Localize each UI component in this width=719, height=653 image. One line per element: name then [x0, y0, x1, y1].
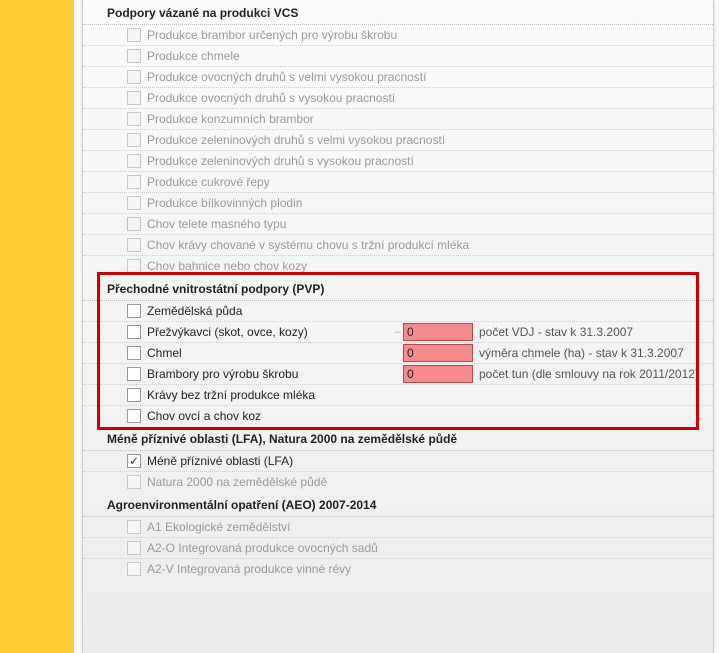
- list-row: Produkce zeleninových druhů s velmi vyso…: [83, 130, 713, 151]
- section-header-vcs: Podpory vázané na produkci VCS: [83, 2, 713, 25]
- list-row: Zemědělská půda: [83, 301, 713, 322]
- section-header-pvp: Přechodné vnitrostátní podpory (PVP): [83, 278, 713, 301]
- row-label: Natura 2000 na zemědělské půdě: [147, 475, 327, 489]
- list-row: A2-V Integrovaná produkce vinné révy: [83, 559, 713, 579]
- checkbox[interactable]: [127, 409, 141, 423]
- section-header-aeo: Agroenvironmentální opatření (AEO) 2007-…: [83, 494, 713, 517]
- checkbox[interactable]: [127, 388, 141, 402]
- section-header-lfa: Méně příznivé oblasti (LFA), Natura 2000…: [83, 428, 713, 451]
- row-label: Produkce zeleninových druhů s velmi vyso…: [147, 133, 445, 147]
- checkbox: [127, 133, 141, 147]
- row-label: Produkce cukrové řepy: [147, 175, 270, 189]
- checkbox: [127, 175, 141, 189]
- list-row: Natura 2000 na zemědělské půdě: [83, 472, 713, 492]
- row-label: A2-O Integrovaná produkce ovocných sadů: [147, 541, 378, 555]
- checkbox: [127, 217, 141, 231]
- list-row: Krávy bez tržní produkce mléka: [83, 385, 713, 406]
- input-marker: –: [393, 326, 401, 338]
- list-row: Produkce zeleninových druhů s vysokou pr…: [83, 151, 713, 172]
- row-label: Přežvýkavci (skot, ovce, kozy): [147, 325, 308, 339]
- list-row: Chmel výměra chmele (ha) - stav k 31.3.20…: [83, 343, 713, 364]
- list-row: Chov ovcí a chov koz: [83, 406, 713, 426]
- row-label: Brambory pro výrobu škrobu: [147, 367, 298, 381]
- input-cell: počet tun (dle smlouvy na rok 2011/2012): [393, 365, 699, 383]
- row-label: Chov bahnice nebo chov kozy: [147, 259, 307, 273]
- checkbox: [127, 562, 141, 576]
- input-suffix: výměra chmele (ha) - stav k 31.3.2007: [479, 346, 684, 360]
- checkbox[interactable]: ✓: [127, 454, 141, 468]
- row-label: Méně příznivé oblasti (LFA): [147, 454, 293, 468]
- input-suffix: počet VDJ - stav k 31.3.2007: [479, 325, 633, 339]
- numeric-input[interactable]: [403, 344, 473, 362]
- check-icon: ✓: [129, 454, 139, 468]
- list-row: Produkce ovocných druhů s velmi vysokou …: [83, 67, 713, 88]
- row-label: Produkce chmele: [147, 49, 240, 63]
- list-row: Přežvýkavci (skot, ovce, kozy) – počet VDJ…: [83, 322, 713, 343]
- row-label: Krávy bez tržní produkce mléka: [147, 388, 315, 402]
- list-row: Produkce brambor určených pro výrobu škr…: [83, 25, 713, 46]
- row-label: Produkce konzumních brambor: [147, 112, 314, 126]
- checkbox: [127, 70, 141, 84]
- checkbox: [127, 28, 141, 42]
- checkbox: [127, 259, 141, 273]
- list-row: Produkce chmele: [83, 46, 713, 67]
- row-label: Chmel: [147, 346, 182, 360]
- list-row: Produkce bílkovinných plodin: [83, 193, 713, 214]
- row-label: Produkce ovocných druhů s vysokou pracno…: [147, 91, 395, 105]
- checkbox: [127, 49, 141, 63]
- checkbox[interactable]: [127, 304, 141, 318]
- list-row: Chov krávy chované v systému chovu s trž…: [83, 235, 713, 256]
- row-label: A2-V Integrovaná produkce vinné révy: [147, 562, 351, 576]
- row-label: Produkce bílkovinných plodin: [147, 196, 302, 210]
- row-label: Zemědělská půda: [147, 304, 242, 318]
- row-label: Chov ovcí a chov koz: [147, 409, 261, 423]
- row-label: Produkce ovocných druhů s velmi vysokou …: [147, 70, 426, 84]
- row-label: Produkce zeleninových druhů s vysokou pr…: [147, 154, 414, 168]
- input-cell: výměra chmele (ha) - stav k 31.3.2007: [393, 344, 684, 362]
- list-row: A1 Ekologické zemědělství: [83, 517, 713, 538]
- list-row: Brambory pro výrobu škrobu počet tun (dle…: [83, 364, 713, 385]
- row-label: A1 Ekologické zemědělství: [147, 520, 290, 534]
- checkbox: [127, 112, 141, 126]
- checkbox: [127, 196, 141, 210]
- numeric-input[interactable]: [403, 323, 473, 341]
- list-row: Chov telete masného typu: [83, 214, 713, 235]
- checkbox[interactable]: [127, 325, 141, 339]
- checkbox: [127, 91, 141, 105]
- input-suffix: počet tun (dle smlouvy na rok 2011/2012): [479, 367, 699, 381]
- input-cell: – počet VDJ - stav k 31.3.2007: [393, 323, 633, 341]
- checkbox: [127, 475, 141, 489]
- checkbox[interactable]: [127, 346, 141, 360]
- row-label: Produkce brambor určených pro výrobu škr…: [147, 28, 397, 42]
- checkbox: [127, 520, 141, 534]
- list-row: A2-O Integrovaná produkce ovocných sadů: [83, 538, 713, 559]
- row-label: Chov krávy chované v systému chovu s trž…: [147, 238, 469, 252]
- list-row: Produkce konzumních brambor: [83, 109, 713, 130]
- checkbox[interactable]: [127, 367, 141, 381]
- row-label: Chov telete masného typu: [147, 217, 286, 231]
- numeric-input[interactable]: [403, 365, 473, 383]
- checkbox: [127, 154, 141, 168]
- checkbox: [127, 238, 141, 252]
- list-row: Chov bahnice nebo chov kozy: [83, 256, 713, 276]
- list-row: Produkce cukrové řepy: [83, 172, 713, 193]
- left-sidebar-strip: [0, 0, 74, 653]
- list-row: ✓ Méně příznivé oblasti (LFA): [83, 451, 713, 472]
- list-row: Produkce ovocných druhů s vysokou pracno…: [83, 88, 713, 109]
- checkbox: [127, 541, 141, 555]
